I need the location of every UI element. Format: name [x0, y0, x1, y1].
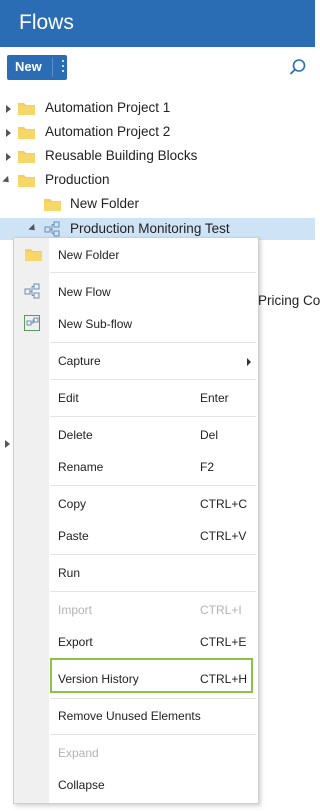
tree-item-label: Reusable Building Blocks [45, 148, 198, 163]
menu-item-rename[interactable]: Rename [58, 460, 103, 478]
sub-flow-icon [24, 315, 40, 331]
menu-item-capture[interactable]: Capture [58, 354, 101, 372]
menu-item-shortcut: Enter [200, 391, 229, 405]
menu-item-paste[interactable]: Paste [58, 529, 89, 547]
new-button-divider [52, 58, 53, 77]
menu-item-label: Export [58, 635, 93, 649]
menu-item-collapse[interactable]: Collapse [58, 778, 105, 796]
tree-item-label: Production [45, 172, 110, 187]
tree-item-label: New Folder [70, 196, 140, 211]
expand-arrow-icon[interactable] [6, 153, 11, 161]
menu-item-import: Import [58, 603, 92, 621]
folder-icon [18, 127, 35, 139]
menu-item-label: Run [58, 566, 81, 580]
menu-item-label: Import [58, 603, 93, 617]
submenu-arrow-icon [247, 358, 251, 366]
menu-item-shortcut: CTRL+C [200, 497, 248, 511]
menu-item-delete[interactable]: Delete [58, 428, 93, 446]
menu-item-label: Delete [58, 428, 93, 442]
menu-item-label: Copy [58, 497, 87, 511]
menu-item-new-flow[interactable]: New Flow [58, 285, 111, 303]
new-button[interactable]: New [7, 55, 67, 80]
folder-icon [18, 151, 35, 163]
page-title: Flows [19, 11, 74, 34]
menu-item-label: Collapse [58, 778, 105, 792]
tree-item-label: Automation Project 1 [45, 100, 171, 115]
tree-item-reusable-building-blocks[interactable]: Reusable Building Blocks [0, 146, 315, 168]
menu-item-shortcut: CTRL+E [200, 635, 247, 649]
menu-item-label: New Flow [58, 285, 111, 299]
expand-arrow-icon[interactable] [6, 129, 11, 137]
menu-item-label: Remove Unused Elements [58, 709, 201, 723]
flow-icon [44, 221, 60, 237]
menu-item-shortcut: Del [200, 428, 219, 442]
flow-icon [24, 283, 40, 299]
collapse-arrow-icon[interactable] [2, 175, 12, 186]
menu-separator [50, 416, 256, 417]
menu-item-label: Capture [58, 354, 101, 368]
menu-separator [50, 379, 256, 380]
expand-arrow-icon[interactable] [5, 440, 10, 448]
menu-separator [50, 272, 256, 273]
expand-arrow-icon[interactable] [6, 105, 11, 113]
menu-item-new-sub-flow[interactable]: New Sub-flow [58, 317, 132, 335]
menu-item-run[interactable]: Run [58, 566, 80, 584]
menu-item-shortcut: CTRL+H [200, 672, 248, 686]
tree-item-production[interactable]: Production [0, 170, 315, 192]
folder-icon [18, 175, 35, 187]
tree-item-partial-label: Pricing Co [258, 293, 320, 308]
menu-item-label: Rename [58, 460, 104, 474]
context-menu: New Folder New Flow New Sub-flow Capture… [13, 237, 259, 804]
menu-item-shortcut: F2 [200, 460, 215, 474]
menu-item-shortcut: CTRL+V [200, 529, 247, 543]
search-icon[interactable] [289, 58, 307, 76]
menu-item-shortcut: CTRL+I [200, 603, 242, 617]
menu-item-edit[interactable]: Edit [58, 391, 79, 409]
new-button-label: New [15, 59, 42, 74]
menu-separator [50, 342, 256, 343]
menu-item-label: New Sub-flow [58, 317, 133, 331]
menu-item-version-history[interactable]: Version History [58, 672, 139, 690]
tree-item-automation-project-1[interactable]: Automation Project 1 [0, 98, 315, 120]
menu-item-label: Expand [58, 746, 99, 760]
menu-separator [50, 698, 256, 699]
menu-item-label: New Folder [58, 248, 120, 262]
tree-item-label: Production Monitoring Test [70, 221, 230, 236]
new-folder-icon [25, 249, 42, 261]
menu-separator [50, 485, 256, 486]
tree-item-label: Automation Project 2 [45, 124, 171, 139]
menu-item-label: Edit [58, 391, 79, 405]
menu-item-label: Paste [58, 529, 89, 543]
menu-separator [50, 591, 256, 592]
tree-item-automation-project-2[interactable]: Automation Project 2 [0, 122, 315, 144]
menu-item-export[interactable]: Export [58, 635, 93, 653]
menu-item-copy[interactable]: Copy [58, 497, 86, 515]
menu-separator [50, 734, 256, 735]
collapse-arrow-icon[interactable] [28, 223, 38, 234]
folder-icon [44, 199, 61, 211]
menu-item-new-folder[interactable]: New Folder [58, 248, 119, 266]
menu-item-label: Version History [58, 672, 139, 686]
menu-item-expand: Expand [58, 746, 99, 764]
app-header: Flows [0, 0, 315, 47]
menu-separator [50, 554, 256, 555]
tree-item-new-folder[interactable]: New Folder [0, 194, 315, 216]
menu-item-remove-unused-elements[interactable]: Remove Unused Elements [58, 709, 201, 727]
folder-icon [18, 103, 35, 115]
more-options-icon[interactable] [62, 60, 65, 74]
